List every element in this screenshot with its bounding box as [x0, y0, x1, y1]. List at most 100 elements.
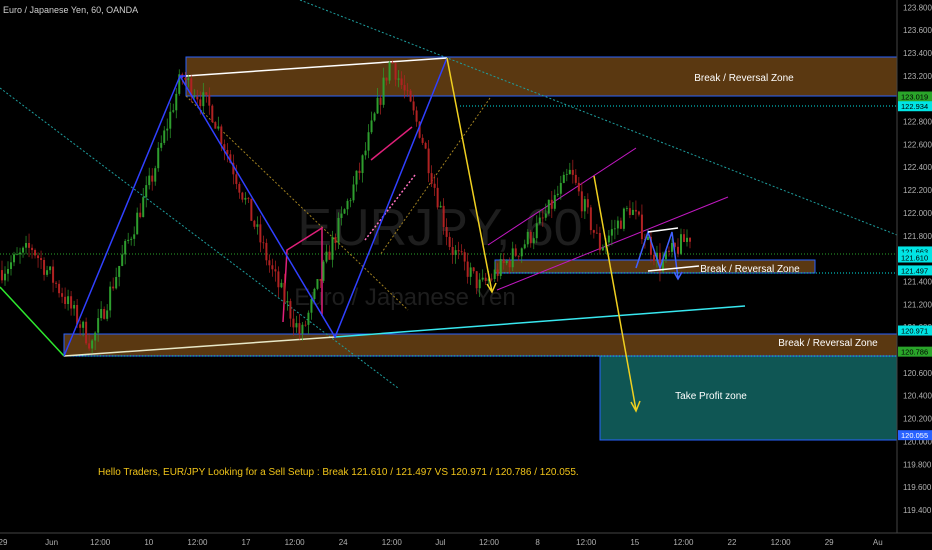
time-tick-label: Jul	[435, 538, 445, 547]
candle-body	[403, 85, 406, 91]
candle-body	[349, 200, 352, 202]
candle-body	[289, 301, 292, 319]
lower-zone-label: Break / Reversal Zone	[778, 338, 878, 349]
time-tick-label: 29	[0, 538, 8, 547]
price-tag-label: 121.610	[901, 254, 928, 263]
price-tick-label: 119.600	[903, 483, 932, 492]
time-tick-label: 12:00	[382, 538, 403, 547]
candle-body	[376, 97, 379, 114]
candle-body	[88, 343, 91, 349]
candle-body	[514, 248, 517, 256]
candle-body	[43, 260, 46, 275]
candle-body	[463, 252, 466, 262]
candle-body	[559, 182, 562, 194]
candle-body	[346, 200, 349, 210]
candle-body	[448, 236, 451, 247]
candle-body	[79, 324, 82, 328]
candle-body	[4, 273, 7, 281]
candle-body	[202, 92, 205, 107]
time-tick-label: 12:00	[576, 538, 597, 547]
candle-body	[445, 227, 448, 237]
candle-body	[31, 247, 34, 251]
candle-body	[496, 269, 499, 276]
candle-body	[163, 130, 166, 143]
watermark-ticker: EURJPY, 60	[297, 199, 582, 257]
time-tick-label: 12:00	[673, 538, 694, 547]
take-profit-zone[interactable]	[599, 355, 898, 441]
candle-body	[103, 309, 106, 319]
candle-body	[271, 265, 274, 270]
candle-body	[538, 217, 541, 224]
candle-body	[400, 78, 403, 86]
candle-body	[322, 261, 325, 281]
candle-body	[313, 288, 316, 299]
candle-body	[283, 282, 286, 303]
price-tag-label: 121.497	[901, 266, 928, 275]
candle-body	[526, 231, 529, 245]
candle-body	[127, 239, 130, 241]
price-tick-label: 123.200	[903, 72, 932, 81]
candle-body	[373, 113, 376, 121]
symbol-title: Euro / Japanese Yen, 60, OANDA	[3, 5, 138, 15]
price-tick-label: 123.600	[903, 26, 932, 35]
candle-body	[475, 271, 478, 289]
candle-body	[589, 207, 592, 231]
time-tick-label: 15	[630, 538, 639, 547]
candle-body	[148, 175, 151, 186]
time-tick-label: 24	[339, 538, 348, 547]
price-tick-label: 121.800	[903, 232, 932, 241]
candle-body	[607, 235, 610, 243]
candle-body	[544, 213, 547, 218]
candle-body	[286, 301, 289, 303]
candle-body	[499, 258, 502, 276]
price-tick-label: 120.600	[903, 369, 932, 378]
candle-body	[7, 268, 10, 274]
candle-body	[508, 260, 511, 268]
middle-zone-label: Break / Reversal Zone	[700, 264, 800, 275]
price-tag-label: 123.019	[901, 93, 928, 102]
candle-body	[679, 234, 682, 254]
candle-body	[472, 267, 475, 272]
candle-body	[220, 126, 223, 145]
candle-body	[340, 213, 343, 218]
candle-body	[157, 147, 160, 169]
candle-body	[601, 247, 604, 251]
candle-body	[598, 233, 601, 251]
candle-body	[304, 324, 307, 326]
candle-body	[211, 105, 214, 123]
candle-body	[298, 323, 301, 334]
candle-body	[595, 232, 598, 234]
candle-body	[412, 101, 415, 111]
time-tick-label: 8	[535, 538, 540, 547]
candle-body	[331, 236, 334, 260]
candle-body	[40, 258, 43, 261]
candle-body	[217, 126, 220, 129]
candle-body	[22, 247, 25, 253]
candle-body	[682, 234, 685, 242]
candle-body	[91, 340, 94, 349]
price-tick-label: 121.200	[903, 300, 932, 309]
candle-body	[106, 310, 109, 319]
chart-canvas[interactable]: EURJPY, 60 Euro / Japanese Yen Break / R…	[0, 0, 932, 550]
candle-body	[382, 77, 385, 105]
price-tag-label: 120.055	[901, 431, 928, 440]
candle-body	[85, 321, 88, 344]
candle-body	[388, 62, 391, 81]
candle-body	[250, 198, 253, 221]
candle-body	[307, 312, 310, 325]
candle-body	[631, 209, 634, 215]
candle-body	[421, 137, 424, 143]
candle-body	[247, 197, 250, 199]
price-tick-label: 119.400	[903, 506, 932, 515]
candle-body	[370, 120, 373, 133]
candle-body	[484, 277, 487, 282]
candle-body	[442, 205, 445, 228]
candle-body	[130, 238, 133, 240]
candle-body	[352, 184, 355, 201]
candle-body	[337, 217, 340, 243]
candle-body	[553, 195, 556, 209]
price-tick-label: 123.400	[903, 49, 932, 58]
lower-reversal-zone[interactable]	[63, 333, 898, 357]
candle-body	[634, 209, 637, 212]
price-tick-label: 123.800	[903, 3, 932, 12]
